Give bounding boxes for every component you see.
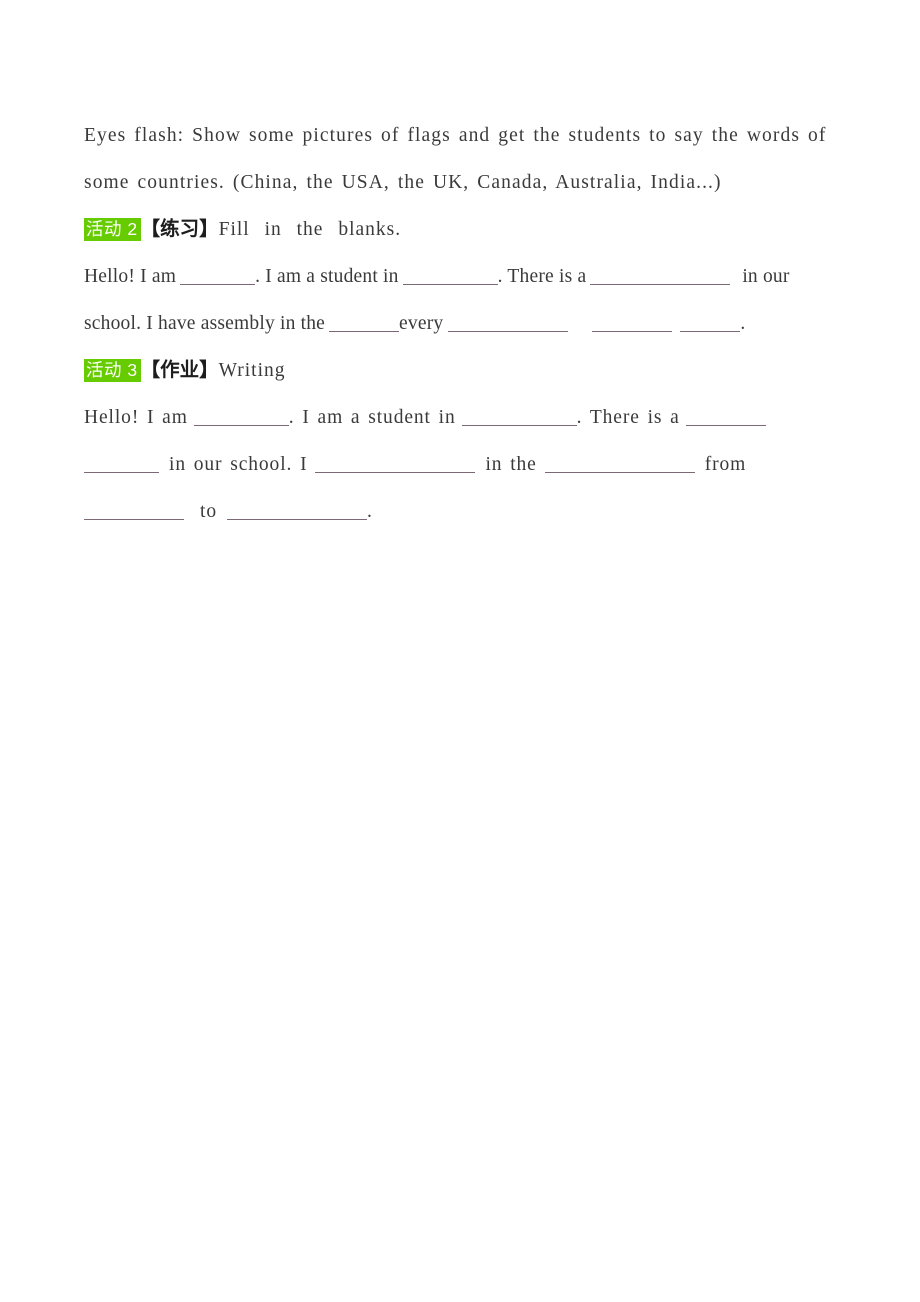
write-text-7: to <box>200 501 217 522</box>
activity-2-bracket: 【练习】 <box>140 219 219 240</box>
activity-2-title: Fill in the blanks. <box>218 219 402 240</box>
activity-2-badge: 活动 2 <box>84 218 141 241</box>
intro-paragraph: Eyes flash: Show some pictures of flags … <box>84 125 827 193</box>
activity-3-title: Writing <box>218 360 286 381</box>
fill2-text-6: . <box>740 313 746 334</box>
write-blank-1[interactable] <box>193 408 289 426</box>
fill2-blank-7[interactable] <box>680 314 741 332</box>
fill2-blank-3[interactable] <box>590 267 731 285</box>
fill2-blank-4[interactable] <box>329 314 400 332</box>
activity-3-bracket: 【作业】 <box>140 360 219 381</box>
activity-3-badge: 活动 3 <box>84 359 141 382</box>
document-content: Eyes flash: Show some pictures of flags … <box>84 112 832 535</box>
write-text-3: . There is a <box>576 407 680 428</box>
activity-3-heading: 活动 3 【作业】Writing <box>84 347 832 394</box>
write-blank-8[interactable] <box>226 502 367 520</box>
write-blank-2[interactable] <box>461 408 577 426</box>
write-text-6: from <box>704 454 747 475</box>
write-blank-3[interactable] <box>685 408 766 426</box>
write-text-2: . I am a student in <box>288 407 456 428</box>
activity-2-body: Hello! I am . I am a student in . There is… <box>84 253 832 347</box>
write-text-1: Hello! I am <box>84 407 188 428</box>
write-blank-7[interactable] <box>84 502 184 520</box>
activity-2-heading: 活动 2 【练习】Fill in the blanks. <box>84 206 832 253</box>
fill2-blank-6[interactable] <box>592 314 673 332</box>
write-text-8: . <box>366 501 373 522</box>
fill2-text-1: Hello! I am <box>84 266 177 287</box>
write-blank-5[interactable] <box>315 455 476 473</box>
fill2-blank-5[interactable] <box>448 314 569 332</box>
fill2-text-2: . I am a student in <box>255 266 399 287</box>
write-blank-4[interactable] <box>84 455 159 473</box>
fill2-text-3: . There is a <box>497 266 587 287</box>
fill2-text-5: every <box>399 313 444 334</box>
write-text-4: in our school. I <box>169 454 308 475</box>
write-blank-6[interactable] <box>544 455 695 473</box>
activity-3-body: Hello! I am . I am a student in . There is… <box>84 394 832 535</box>
fill2-blank-1[interactable] <box>180 267 256 285</box>
write-text-5: in the <box>485 454 537 475</box>
fill2-blank-2[interactable] <box>402 267 498 285</box>
document-page: Eyes flash: Show some pictures of flags … <box>0 0 920 1302</box>
